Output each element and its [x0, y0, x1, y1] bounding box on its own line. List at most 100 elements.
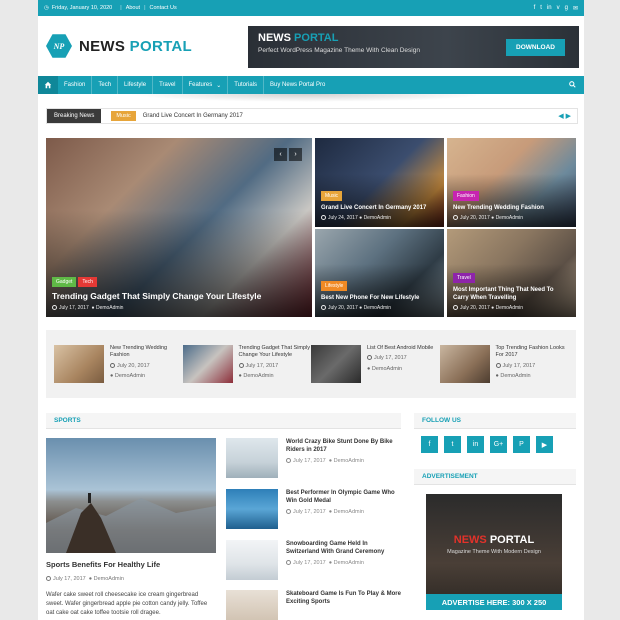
- about-link[interactable]: About: [126, 5, 140, 11]
- site-logo[interactable]: NP NEWS PORTAL: [46, 33, 192, 59]
- post-title[interactable]: Skateboard Game Is Fun To Play & More Ex…: [286, 590, 401, 607]
- site-title: NEWS PORTAL: [79, 38, 192, 55]
- post-title[interactable]: New Trending Wedding Fashion: [110, 345, 183, 360]
- post-title[interactable]: Trending Gadget That Simply Change Your …: [239, 345, 312, 360]
- arrow-left-icon[interactable]: ◀: [558, 113, 563, 120]
- post-title[interactable]: New Trending Wedding Fashion: [453, 205, 570, 213]
- post-author[interactable]: DemoAdmin: [94, 576, 124, 582]
- nav-item-buy-pro[interactable]: Buy News Portal Pro: [264, 76, 331, 94]
- breaking-news-headline[interactable]: Grand Live Concert In Germany 2017: [143, 113, 243, 119]
- category-tag-gadget[interactable]: Gadget: [52, 277, 77, 288]
- featured-main-post[interactable]: ‹ › Gadget Tech Trending Gadget That Simp…: [46, 138, 312, 317]
- user-icon: ●: [491, 215, 495, 221]
- list-item[interactable]: Trending Gadget That Simply Change Your …: [182, 345, 312, 383]
- post-author[interactable]: DemoAdmin: [496, 305, 524, 311]
- sidebar-advertisement[interactable]: NEWS PORTAL Magazine Theme With Modern D…: [426, 494, 562, 610]
- header-banner-ad[interactable]: NEWS PORTAL Perfect WordPress Magazine T…: [248, 26, 579, 68]
- post-meta: July 17, 2017: [238, 362, 312, 370]
- post-meta: ● DemoAdmin: [239, 373, 312, 380]
- pinterest-icon[interactable]: P: [513, 436, 530, 453]
- chevron-left-icon[interactable]: ‹: [274, 148, 287, 161]
- linkedin-icon[interactable]: in: [467, 436, 484, 453]
- advertise-here-button[interactable]: ADVERTISE HERE: 300 X 250: [426, 594, 562, 610]
- nav-item-travel[interactable]: Travel: [153, 76, 183, 94]
- facebook-icon[interactable]: f: [534, 5, 536, 12]
- post-title[interactable]: Grand Live Concert In Germany 2017: [321, 205, 438, 213]
- arrow-right-icon[interactable]: ▶: [566, 113, 571, 120]
- post-thumbnail[interactable]: [182, 345, 233, 383]
- post-thumbnail[interactable]: [226, 438, 278, 478]
- sports-main-title[interactable]: Sports Benefits For Healthy Life: [46, 560, 160, 569]
- nav-item-fashion[interactable]: Fashion: [58, 76, 93, 94]
- google-plus-icon[interactable]: G+: [490, 436, 507, 453]
- post-author[interactable]: DemoAdmin: [243, 373, 273, 379]
- post-author[interactable]: DemoAdmin: [334, 458, 364, 464]
- contact-link[interactable]: Contact Us: [150, 5, 177, 11]
- list-item[interactable]: Skateboard Game Is Fun To Play & More Ex…: [226, 590, 401, 620]
- post-author[interactable]: DemoAdmin: [364, 215, 392, 221]
- nav-item-tech[interactable]: Tech: [92, 76, 119, 94]
- post-title[interactable]: Top Trending Fashion Looks For 2017: [496, 345, 569, 360]
- list-item[interactable]: Best Performer In Olympic Game Who Win G…: [226, 489, 401, 529]
- home-icon[interactable]: [38, 76, 58, 94]
- linkedin-icon[interactable]: in: [547, 5, 552, 12]
- post-author[interactable]: DemoAdmin: [334, 560, 364, 566]
- twitter-icon[interactable]: t: [540, 5, 542, 12]
- list-item[interactable]: New Trending Wedding Fashion July 20, 20…: [54, 345, 183, 383]
- user-icon: ●: [495, 373, 499, 380]
- featured-grid-post[interactable]: Music Grand Live Concert In Germany 2017…: [315, 138, 444, 227]
- user-icon: ●: [91, 305, 95, 311]
- nav-item-lifestyle[interactable]: Lifestyle: [118, 76, 154, 94]
- category-tag-fashion[interactable]: Fashion: [453, 190, 479, 201]
- sports-main-image[interactable]: [46, 438, 216, 553]
- category-tag-music[interactable]: Music: [321, 190, 343, 201]
- post-author[interactable]: DemoAdmin: [496, 215, 524, 221]
- featured-grid-post[interactable]: Travel Most Important Thing That Need To…: [447, 229, 576, 317]
- category-tag-music[interactable]: Music: [111, 111, 136, 121]
- follow-us-icons: f t in G+ P ▶: [421, 436, 553, 453]
- mail-icon[interactable]: ✉: [573, 5, 578, 12]
- list-item[interactable]: World Crazy Bike Stunt Done By Bike Ride…: [226, 438, 401, 478]
- list-item[interactable]: List Of Best Android Mobile July 17, 201…: [311, 345, 440, 383]
- post-thumbnail[interactable]: [226, 540, 278, 580]
- post-title[interactable]: Most Important Thing That Need To Carry …: [453, 287, 570, 302]
- post-title[interactable]: Snowboarding Game Held In Switzerland Wi…: [286, 540, 401, 557]
- post-author[interactable]: DemoAdmin: [115, 373, 145, 379]
- post-title[interactable]: List Of Best Android Mobile: [367, 345, 433, 352]
- vimeo-icon[interactable]: v: [557, 5, 560, 12]
- twitter-icon[interactable]: t: [444, 436, 461, 453]
- search-icon[interactable]: [569, 80, 576, 90]
- post-author[interactable]: DemoAdmin: [500, 373, 530, 379]
- download-button[interactable]: DOWNLOAD: [506, 39, 565, 56]
- post-thumbnail[interactable]: [311, 345, 361, 383]
- post-title[interactable]: Best New Phone For New Lifestyle: [321, 295, 438, 303]
- google-plus-icon[interactable]: g: [565, 5, 568, 12]
- post-thumbnail[interactable]: [226, 590, 278, 620]
- post-date: July 20, 2017: [117, 362, 150, 369]
- nav-item-features[interactable]: Features ⌄: [183, 76, 229, 94]
- top-bar: ◷ Friday, January 10, 2020 | About | Con…: [38, 0, 584, 16]
- list-item[interactable]: Top Trending Fashion Looks For 2017 July…: [439, 345, 569, 383]
- post-author[interactable]: DemoAdmin: [372, 366, 402, 372]
- post-author[interactable]: DemoAdmin: [334, 509, 364, 515]
- featured-main-title[interactable]: Trending Gadget That Simply Change Your …: [52, 291, 306, 302]
- post-title[interactable]: World Crazy Bike Stunt Done By Bike Ride…: [286, 438, 401, 455]
- featured-grid-post[interactable]: Fashion New Trending Wedding Fashion Jul…: [447, 138, 576, 227]
- post-title[interactable]: Best Performer In Olympic Game Who Win G…: [286, 489, 401, 506]
- category-tag-travel[interactable]: Travel: [453, 273, 475, 283]
- category-tag-lifestyle[interactable]: Lifestyle: [321, 280, 348, 291]
- chevron-right-icon[interactable]: ›: [289, 148, 302, 161]
- post-author[interactable]: DemoAdmin: [364, 305, 392, 311]
- featured-grid-post[interactable]: Lifestyle Best New Phone For New Lifesty…: [315, 229, 444, 317]
- youtube-icon[interactable]: ▶: [536, 436, 553, 453]
- post-thumbnail[interactable]: [439, 345, 490, 383]
- post-thumbnail[interactable]: [54, 345, 104, 383]
- post-author[interactable]: DemoAdmin: [96, 305, 124, 311]
- site-title-portal: PORTAL: [129, 37, 193, 55]
- category-tag-tech[interactable]: Tech: [78, 277, 97, 288]
- post-date: July 17, 2017: [374, 355, 407, 362]
- facebook-icon[interactable]: f: [421, 436, 438, 453]
- nav-item-tutorials[interactable]: Tutorials: [228, 76, 265, 94]
- post-thumbnail[interactable]: [226, 489, 278, 529]
- list-item[interactable]: Snowboarding Game Held In Switzerland Wi…: [226, 540, 401, 580]
